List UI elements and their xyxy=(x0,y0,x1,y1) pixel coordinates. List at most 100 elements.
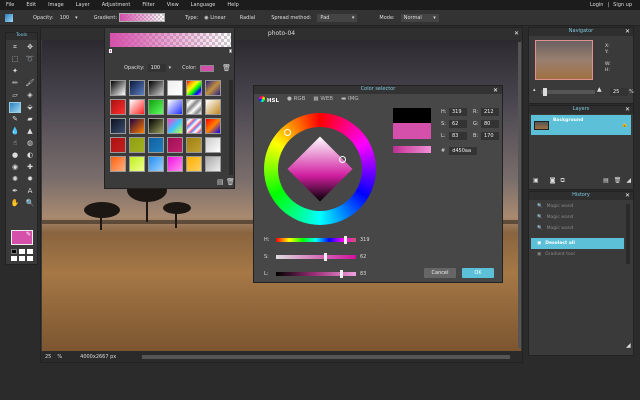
zoom-in-icon[interactable]: ▲ xyxy=(597,86,602,93)
wand-tool-icon[interactable]: ✦ xyxy=(10,67,20,76)
color-stop-left[interactable] xyxy=(109,49,112,53)
swatch-white[interactable] xyxy=(19,256,25,261)
close-icon[interactable]: ✕ xyxy=(493,87,498,94)
s-input[interactable]: 62 xyxy=(449,120,467,128)
brush-tool-icon[interactable]: 🖌 xyxy=(25,79,35,88)
foreground-color-swatch[interactable]: ✎ xyxy=(11,230,33,245)
type-linear-radio[interactable]: ◉ Linear xyxy=(204,15,226,21)
hex-input[interactable]: d450aa xyxy=(449,147,478,155)
login-link[interactable]: Login xyxy=(590,2,604,8)
vertical-scrollbar[interactable] xyxy=(626,204,630,264)
swatch-white[interactable] xyxy=(27,249,33,254)
pencil-tool-icon[interactable]: ✏ xyxy=(10,79,20,88)
zoom-slider-handle[interactable] xyxy=(543,88,547,96)
gradient-preset[interactable] xyxy=(148,156,164,172)
history-item[interactable]: 🔍 Magic wand xyxy=(531,212,624,223)
l-input[interactable]: 83 xyxy=(449,132,467,140)
history-item[interactable]: 🔍 Magic wand xyxy=(531,201,624,212)
zoom-slider[interactable] xyxy=(541,88,595,96)
gradient-preset[interactable] xyxy=(110,99,126,115)
trash-icon[interactable]: 🗑 xyxy=(222,64,231,72)
color-picker-tool-icon[interactable]: ✒ xyxy=(10,187,20,196)
smudge-tool-icon[interactable]: ☝ xyxy=(10,139,20,148)
gradient-preset[interactable] xyxy=(148,80,164,96)
new-layer-icon[interactable]: ▤ xyxy=(603,177,609,185)
sharpen-tool-icon[interactable]: ▲ xyxy=(25,127,35,136)
type-tool-icon[interactable]: A xyxy=(25,187,35,196)
swatch-white[interactable] xyxy=(19,249,25,254)
resize-handle-icon[interactable]: ◢ xyxy=(626,177,631,185)
zoom-tool-icon[interactable]: 🔍 xyxy=(25,199,35,208)
layer-style-icon[interactable]: ▣ xyxy=(533,177,539,185)
gradient-preset[interactable] xyxy=(148,137,164,153)
layer-mask-icon[interactable]: ◙ xyxy=(550,177,556,185)
gradient-preset[interactable] xyxy=(205,99,221,115)
gradient-preset[interactable] xyxy=(167,99,183,115)
color-replace-tool-icon[interactable]: ✎ xyxy=(10,115,20,124)
gradient-preset[interactable] xyxy=(167,156,183,172)
tab-img[interactable]: ▬ IMG xyxy=(341,96,359,104)
sl-handle[interactable] xyxy=(339,156,346,163)
fill-bucket-tool-icon[interactable]: ◈ xyxy=(25,91,35,100)
hue-handle[interactable] xyxy=(284,129,291,136)
trash-icon[interactable]: 🗑 xyxy=(614,177,622,185)
spot-heal-tool-icon[interactable]: ✚ xyxy=(25,163,35,172)
chevron-down-icon[interactable]: ▾ xyxy=(169,65,172,71)
gradient-preset[interactable] xyxy=(167,137,183,153)
tab-rgb[interactable]: ● RGB xyxy=(287,96,305,104)
gradient-preset[interactable] xyxy=(110,137,126,153)
gradient-preset[interactable] xyxy=(148,118,164,134)
tab-web[interactable]: ▦ WEB xyxy=(313,96,333,104)
crop-tool-icon[interactable]: ⌗ xyxy=(10,43,20,52)
hue-wheel[interactable] xyxy=(264,113,376,225)
saturation-slider[interactable] xyxy=(276,252,356,261)
gradient-preset[interactable] xyxy=(205,80,221,96)
layer-row[interactable]: Background 🔒 xyxy=(531,115,631,135)
horizontal-scrollbar[interactable] xyxy=(142,354,510,359)
menu-image[interactable]: Image xyxy=(48,2,64,8)
b-input[interactable]: 170 xyxy=(481,132,499,140)
menu-language[interactable]: Language xyxy=(191,2,216,8)
hand-tool-icon[interactable]: ✋ xyxy=(10,199,20,208)
red-eye-tool-icon[interactable]: ◉ xyxy=(10,163,20,172)
swatch-black[interactable] xyxy=(11,249,17,254)
menu-view[interactable]: View xyxy=(167,2,179,8)
sponge-tool-icon[interactable]: ◍ xyxy=(25,139,35,148)
gradient-tool-icon[interactable] xyxy=(9,102,21,113)
gradient-preset[interactable] xyxy=(129,156,145,172)
gradient-preset[interactable] xyxy=(205,156,221,172)
swatch-white[interactable] xyxy=(11,256,17,261)
slider-handle[interactable] xyxy=(323,252,327,261)
menu-adjustment[interactable]: Adjustment xyxy=(102,2,131,8)
g-input[interactable]: 80 xyxy=(481,120,499,128)
gradient-preset[interactable] xyxy=(110,118,126,134)
menu-filter[interactable]: Filter xyxy=(142,2,154,8)
swatch-white[interactable] xyxy=(27,256,33,261)
bloat-tool-icon[interactable]: ✺ xyxy=(10,175,20,184)
mode-select[interactable]: Normal ▾ xyxy=(400,13,439,22)
gradient-preset[interactable] xyxy=(129,99,145,115)
menu-help[interactable]: Help xyxy=(227,2,238,8)
layer-group-icon[interactable]: ⧉ xyxy=(561,177,565,185)
gradient-preset[interactable] xyxy=(205,137,221,153)
gradient-preset[interactable] xyxy=(129,137,145,153)
history-item[interactable]: 🔍 Magic wand xyxy=(531,223,624,234)
burn-tool-icon[interactable]: ● xyxy=(10,151,20,160)
menu-file[interactable]: File xyxy=(6,2,14,8)
close-icon[interactable]: ✕ xyxy=(625,106,630,113)
close-icon[interactable]: ✕ xyxy=(625,192,630,199)
close-icon[interactable]: ✕ xyxy=(514,30,519,37)
gradient-preset[interactable] xyxy=(186,118,202,134)
h-input[interactable]: 319 xyxy=(449,108,467,116)
vertical-scrollbar[interactable] xyxy=(229,80,233,175)
pinch-tool-icon[interactable]: ✹ xyxy=(25,175,35,184)
chevron-down-icon[interactable]: ▾ xyxy=(75,15,78,21)
gradient-preset[interactable] xyxy=(110,156,126,172)
shade-strip[interactable] xyxy=(393,146,431,153)
gradient-editor-bar[interactable] xyxy=(110,33,231,47)
gradient-preset[interactable] xyxy=(167,80,183,96)
type-radial-radio[interactable]: Radial xyxy=(240,15,255,21)
history-item[interactable]: ▣ Gradient tool xyxy=(531,249,624,260)
dodge-tool-icon[interactable]: ◐ xyxy=(25,151,35,160)
history-item[interactable]: ▣ Deselect all xyxy=(531,238,624,249)
